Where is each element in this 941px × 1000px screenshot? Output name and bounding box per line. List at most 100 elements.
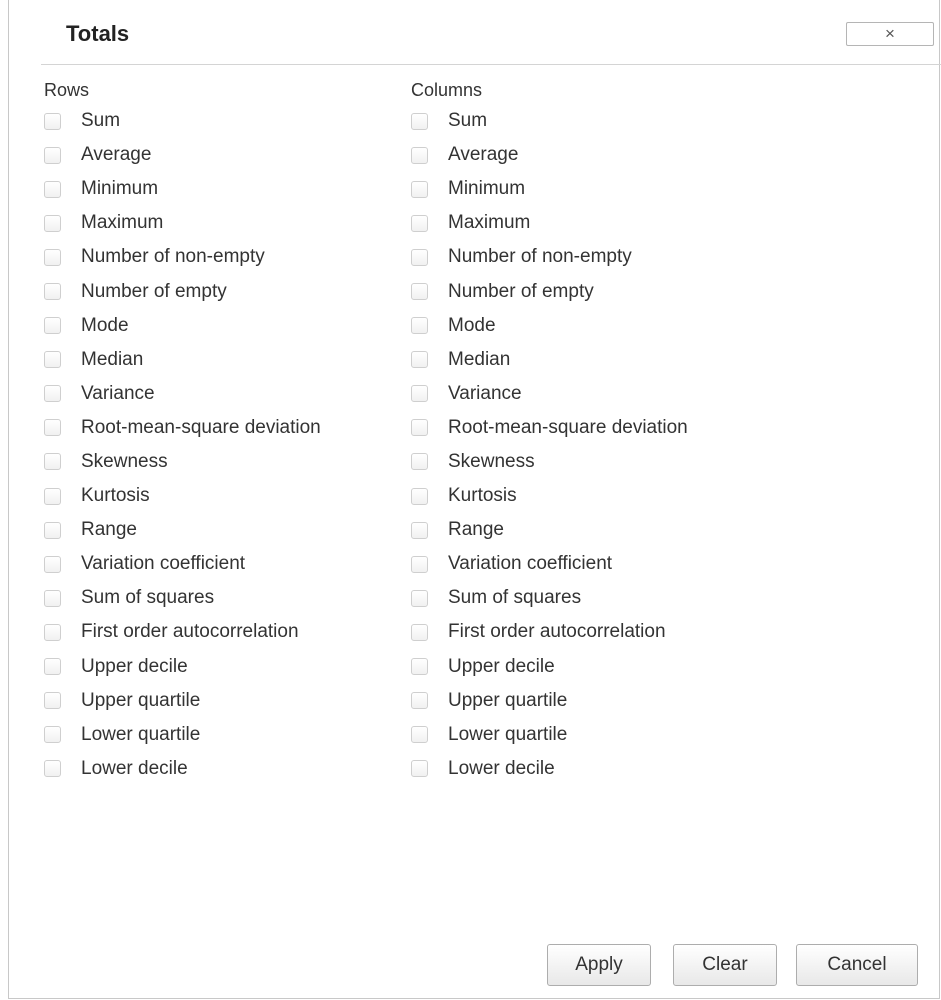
rows-option[interactable]: Maximum — [44, 206, 321, 240]
columns-option[interactable]: Lower quartile — [411, 718, 688, 752]
rows-checkbox[interactable] — [44, 214, 61, 232]
columns-option[interactable]: Number of empty — [411, 274, 688, 308]
clear-button[interactable]: Clear — [673, 944, 777, 986]
columns-checkbox[interactable] — [411, 146, 428, 164]
rows-option-label: Lower quartile — [81, 723, 201, 745]
rows-checkbox[interactable] — [44, 521, 61, 539]
rows-option[interactable]: Range — [44, 513, 321, 547]
close-button[interactable]: × — [846, 22, 934, 46]
columns-checkbox[interactable] — [411, 760, 428, 778]
columns-checkbox[interactable] — [411, 589, 428, 607]
rows-option-label: Variance — [81, 382, 155, 404]
rows-option[interactable]: Sum of squares — [44, 581, 321, 615]
columns-option[interactable]: Root-mean-square deviation — [411, 411, 688, 445]
columns-option[interactable]: Variance — [411, 377, 688, 411]
columns-checkbox[interactable] — [411, 385, 428, 403]
columns-checkbox[interactable] — [411, 487, 428, 505]
rows-option[interactable]: Mode — [44, 309, 321, 343]
columns-option-label: Lower decile — [448, 757, 555, 779]
columns-option[interactable]: Minimum — [411, 172, 688, 206]
columns-checkbox[interactable] — [411, 555, 428, 573]
columns-checkbox[interactable] — [411, 623, 428, 641]
rows-checkbox[interactable] — [44, 112, 61, 130]
columns-checkbox[interactable] — [411, 248, 428, 266]
rows-checkbox[interactable] — [44, 385, 61, 403]
columns-option[interactable]: Lower decile — [411, 752, 688, 786]
columns-checkbox[interactable] — [411, 180, 428, 198]
columns-checkbox[interactable] — [411, 283, 428, 301]
columns-options-list: Sum Average Minimum Maximum Number of non-em… — [411, 104, 688, 786]
rows-checkbox[interactable] — [44, 726, 61, 744]
rows-checkbox[interactable] — [44, 760, 61, 778]
rows-checkbox[interactable] — [44, 146, 61, 164]
rows-option[interactable]: Median — [44, 343, 321, 377]
columns-option[interactable]: Median — [411, 343, 688, 377]
rows-option[interactable]: Minimum — [44, 172, 321, 206]
rows-option[interactable]: Variation coefficient — [44, 547, 321, 581]
columns-option-label: Number of non-empty — [448, 246, 632, 268]
rows-option[interactable]: Kurtosis — [44, 479, 321, 513]
rows-option[interactable]: Number of non-empty — [44, 240, 321, 274]
rows-option[interactable]: Lower decile — [44, 752, 321, 786]
columns-option[interactable]: Range — [411, 513, 688, 547]
rows-option[interactable]: Skewness — [44, 445, 321, 479]
rows-option-label: Mode — [81, 314, 129, 336]
columns-option[interactable]: Kurtosis — [411, 479, 688, 513]
columns-option-label: Lower quartile — [448, 723, 568, 745]
columns-checkbox[interactable] — [411, 521, 428, 539]
rows-checkbox[interactable] — [44, 351, 61, 369]
rows-checkbox[interactable] — [44, 453, 61, 471]
columns-checkbox[interactable] — [411, 419, 428, 437]
columns-option[interactable]: Average — [411, 138, 688, 172]
columns-option[interactable]: Skewness — [411, 445, 688, 479]
columns-checkbox[interactable] — [411, 214, 428, 232]
columns-checkbox[interactable] — [411, 726, 428, 744]
columns-checkbox[interactable] — [411, 692, 428, 710]
rows-checkbox[interactable] — [44, 283, 61, 301]
columns-option[interactable]: Mode — [411, 309, 688, 343]
rows-option[interactable]: Sum — [44, 104, 321, 138]
rows-option[interactable]: Root-mean-square deviation — [44, 411, 321, 445]
dialog-title: Totals — [66, 21, 130, 46]
rows-checkbox[interactable] — [44, 623, 61, 641]
rows-checkbox[interactable] — [44, 317, 61, 335]
rows-checkbox[interactable] — [44, 555, 61, 573]
apply-button[interactable]: Apply — [547, 944, 651, 986]
rows-checkbox[interactable] — [44, 419, 61, 437]
columns-option[interactable]: Upper decile — [411, 650, 688, 684]
rows-option[interactable]: Average — [44, 138, 321, 172]
columns-checkbox[interactable] — [411, 317, 428, 335]
columns-option[interactable]: First order autocorrelation — [411, 615, 688, 649]
rows-option-label: Minimum — [81, 178, 159, 200]
rows-option[interactable]: Number of empty — [44, 274, 321, 308]
columns-checkbox[interactable] — [411, 658, 428, 676]
cancel-button[interactable]: Cancel — [796, 944, 918, 986]
columns-option[interactable]: Sum of squares — [411, 581, 688, 615]
columns-option-label: Kurtosis — [448, 485, 517, 507]
rows-checkbox[interactable] — [44, 180, 61, 198]
rows-checkbox[interactable] — [44, 589, 61, 607]
rows-checkbox[interactable] — [44, 248, 61, 266]
columns-option-label: Average — [448, 144, 519, 166]
rows-option[interactable]: Upper quartile — [44, 684, 321, 718]
rows-option[interactable]: Variance — [44, 377, 321, 411]
columns-option[interactable]: Number of non-empty — [411, 240, 688, 274]
rows-option-label: Maximum — [81, 212, 164, 234]
columns-checkbox[interactable] — [411, 351, 428, 369]
rows-checkbox[interactable] — [44, 487, 61, 505]
columns-option[interactable]: Maximum — [411, 206, 688, 240]
columns-option[interactable]: Variation coefficient — [411, 547, 688, 581]
columns-option[interactable]: Sum — [411, 104, 688, 138]
rows-option[interactable]: Upper decile — [44, 650, 321, 684]
columns-option[interactable]: Upper quartile — [411, 684, 688, 718]
rows-option[interactable]: Lower quartile — [44, 718, 321, 752]
rows-option-label: First order autocorrelation — [81, 621, 299, 643]
rows-checkbox[interactable] — [44, 658, 61, 676]
title-divider — [41, 64, 941, 65]
rows-option[interactable]: First order autocorrelation — [44, 615, 321, 649]
columns-option-label: Mode — [448, 314, 496, 336]
columns-checkbox[interactable] — [411, 112, 428, 130]
columns-checkbox[interactable] — [411, 453, 428, 471]
rows-checkbox[interactable] — [44, 692, 61, 710]
columns-option-label: Range — [448, 519, 504, 541]
